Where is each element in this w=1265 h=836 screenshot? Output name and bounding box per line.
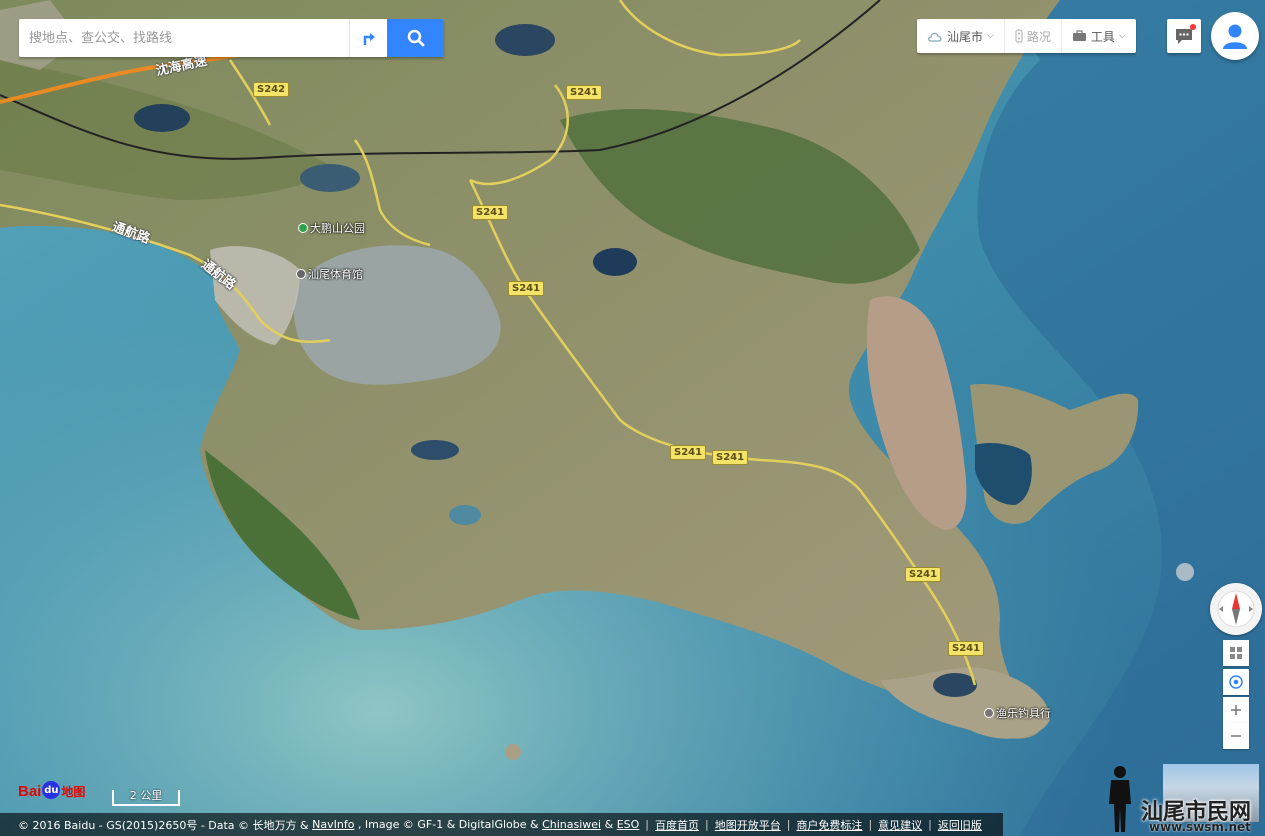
chevron-down-icon: ⌵ [987, 31, 994, 41]
zoom-in-button[interactable] [1223, 697, 1249, 723]
scale-bar: 2 公里 [112, 790, 180, 806]
person-silhouette-icon [1109, 766, 1131, 832]
poi-label: 渔乐钓具行 [996, 707, 1051, 720]
locate-button[interactable] [1223, 669, 1249, 695]
site-watermark: 汕尾市民网 www.swsm.net [1105, 764, 1265, 836]
poi-stadium[interactable]: 汕尾体育馆 [296, 266, 363, 282]
logo-text: Bai [18, 783, 42, 800]
search-input[interactable] [19, 19, 349, 57]
zoom-out-button[interactable] [1223, 723, 1249, 749]
minus-icon [1231, 735, 1241, 737]
tools-label: 工具 [1090, 29, 1115, 44]
chinasiwei-link[interactable]: Chinasiwei [542, 818, 601, 831]
logo-text: 地图 [61, 785, 86, 799]
grid-icon [1230, 647, 1242, 659]
copyright-text: , Image © GF-1 & DigitalGlobe & [357, 818, 539, 831]
poi-fishing-shop[interactable]: 渔乐钓具行 [984, 705, 1051, 721]
footer-link-baidu-home[interactable]: 百度首页 [655, 817, 699, 833]
message-button[interactable] [1167, 19, 1201, 53]
road-shield: S241 [508, 281, 545, 296]
road-shield: S241 [948, 641, 985, 656]
poi-label: 大鹏山公园 [310, 222, 365, 235]
road-shield: S241 [472, 205, 509, 220]
tools-menu[interactable]: 工具 ⌵ [1062, 19, 1136, 53]
footer-link-open-platform[interactable]: 地图开放平台 [715, 817, 781, 833]
stadium-icon [296, 269, 306, 279]
road-shield: S241 [670, 445, 707, 460]
user-avatar-button[interactable] [1211, 12, 1259, 60]
city-label: 汕尾市 [947, 29, 984, 44]
road-shield: S241 [566, 85, 603, 100]
shop-icon [984, 708, 994, 718]
watermark-url: www.swsm.net [1149, 820, 1251, 834]
footer-link-feedback[interactable]: 意见建议 [878, 817, 922, 833]
poi-park[interactable]: 大鹏山公园 [298, 220, 365, 236]
eso-link[interactable]: ESO [617, 818, 640, 831]
divider: | [928, 818, 932, 831]
divider: | [868, 818, 873, 831]
locate-icon [1229, 675, 1243, 689]
divider: | [786, 818, 791, 831]
poi-label: 汕尾体育馆 [308, 268, 363, 281]
footer-link-merchant-mark[interactable]: 商户免费标注 [796, 817, 862, 833]
satellite-map[interactable] [0, 0, 1265, 836]
traffic-toggle[interactable]: 路况 [1005, 19, 1062, 53]
compass-icon [1217, 590, 1255, 628]
route-button[interactable] [349, 19, 387, 57]
copyright-text: © 2016 Baidu - GS(2015)2650号 - Data © 长地… [18, 818, 309, 832]
footer-link-old-version[interactable]: 返回旧版 [938, 817, 982, 833]
search-icon [407, 29, 424, 47]
compass-button[interactable] [1210, 583, 1262, 635]
park-icon [298, 223, 308, 233]
traffic-label: 路况 [1026, 29, 1051, 44]
route-icon [363, 33, 375, 45]
search-box [19, 19, 444, 57]
paw-icon: du [42, 781, 61, 799]
road-shield: S242 [253, 82, 290, 97]
top-toolbar: 汕尾市 ⌵ 路况 工具 ⌵ [917, 19, 1136, 53]
notification-dot [1190, 24, 1196, 30]
navinfo-link[interactable]: NavInfo [312, 818, 354, 831]
chevron-down-icon: ⌵ [1118, 31, 1126, 41]
baidu-map-logo: Bai du 地图 [18, 781, 85, 800]
divider: | [705, 818, 709, 831]
toolbox-icon [1072, 30, 1086, 41]
search-button[interactable] [387, 19, 444, 57]
user-icon [1223, 24, 1247, 49]
layers-button[interactable] [1223, 640, 1249, 666]
copyright-bar: © 2016 Baidu - GS(2015)2650号 - Data © 长地… [0, 813, 1003, 836]
copyright-text: & [604, 818, 614, 831]
traffic-light-icon [1015, 29, 1023, 43]
city-selector[interactable]: 汕尾市 ⌵ [917, 19, 1005, 53]
divider: | [645, 818, 649, 831]
road-shield: S241 [712, 450, 749, 465]
plus-icon [1231, 705, 1241, 715]
road-shield: S241 [905, 567, 942, 582]
cloud-icon [928, 32, 942, 42]
